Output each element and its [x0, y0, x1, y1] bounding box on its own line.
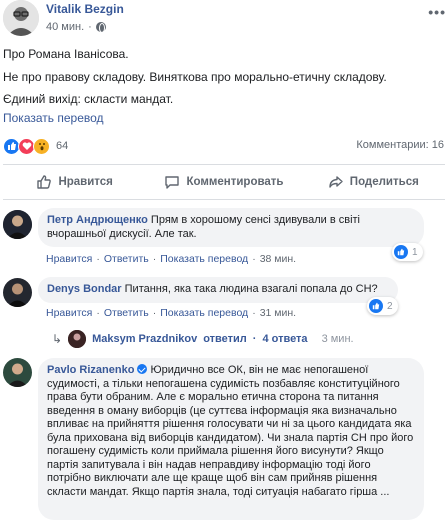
comment-translate-link[interactable]: Показать перевод: [160, 307, 248, 319]
comment-reaction-count: 2: [387, 300, 393, 312]
comment-author[interactable]: Петр Андрющенко: [47, 214, 148, 226]
replies-summary[interactable]: ↳ Maksym Prazdnikov ответил · 4 ответа 3…: [52, 329, 354, 349]
comment-reactions[interactable]: 1: [392, 243, 423, 261]
comment-author[interactable]: Pavlo Rizanenko: [47, 364, 134, 376]
comment-item: Denys Bondar Питання, яка така людина вз…: [0, 277, 448, 322]
comment-reaction-count: 1: [412, 246, 418, 258]
comment-bubble: Петр Андрющенко Прям в хорошому сенсі зд…: [38, 208, 424, 247]
wow-reaction-icon: [33, 137, 50, 155]
commenter-avatar[interactable]: [3, 358, 32, 387]
verified-badge-icon: [137, 364, 148, 374]
post-line: Єдиний вихід: скласти мандат.: [3, 92, 174, 106]
comment-reactions[interactable]: 2: [367, 297, 398, 315]
comment-bubble: Denys Bondar Питання, яка така людина вз…: [38, 277, 398, 303]
separator: ·: [252, 307, 256, 319]
show-translation-link[interactable]: Показать перевод: [3, 111, 104, 125]
comment-text: Питання, яка така людина взагалі попала …: [124, 283, 378, 295]
comment-translate-link[interactable]: Показать перевод: [160, 253, 248, 265]
separator: ·: [152, 307, 157, 319]
comment-button-label: Комментировать: [186, 176, 284, 188]
more-options-icon[interactable]: •••: [428, 4, 446, 20]
like-button-label: Нравится: [58, 176, 113, 188]
post-header: Vitalik Bezgin 40 мин. · •••: [0, 0, 448, 40]
comment-item: Петр Андрющенко Прям в хорошому сенсі зд…: [0, 208, 448, 268]
comment-text: Юридично все ОК, він не має непогашеної …: [47, 364, 414, 498]
separator: ·: [96, 307, 100, 319]
comment-icon: [165, 176, 180, 189]
share-button[interactable]: Поделиться: [299, 166, 448, 198]
commenter-avatar[interactable]: [3, 210, 32, 239]
reactions-summary[interactable]: 64: [3, 136, 68, 156]
like-reaction-icon: [369, 299, 383, 313]
comment-time[interactable]: 31 мин.: [260, 307, 296, 319]
thumbs-up-icon: [37, 175, 52, 189]
post-line: Про Романа Іванісова.: [3, 47, 129, 61]
comment-like-link[interactable]: Нравится: [46, 253, 92, 265]
post-line: Не про правову складову. Виняткова про м…: [3, 69, 387, 84]
meta-separator: ·: [88, 21, 92, 33]
comment-like-link[interactable]: Нравится: [46, 307, 92, 319]
share-icon: [329, 176, 343, 188]
divider: [3, 199, 445, 200]
separator: ·: [96, 253, 100, 265]
reply-answered-label: ответил: [203, 333, 247, 345]
post-action-bar: Нравится Комментировать Поделиться: [0, 166, 448, 198]
globe-icon: [95, 22, 106, 33]
comment-actions: Нравится · Ответить · Показать перевод ·…: [46, 307, 296, 319]
reply-arrow-icon: ↳: [52, 332, 63, 346]
separator: ·: [252, 253, 256, 265]
comment-time[interactable]: 38 мин.: [260, 253, 296, 265]
reply-author[interactable]: Maksym Prazdnikov: [92, 333, 197, 345]
reply-time: 3 мин.: [321, 333, 354, 345]
comment-reply-link[interactable]: Ответить: [104, 253, 149, 265]
post-body: Про Романа Іванісова. Не про правову скл…: [3, 43, 387, 111]
post-time[interactable]: 40 мин.: [46, 21, 84, 33]
comment-button[interactable]: Комментировать: [149, 166, 298, 198]
like-button[interactable]: Нравится: [0, 166, 149, 198]
comment-bubble: Pavlo Rizanenko Юридично все ОК, він не …: [38, 358, 424, 520]
like-reaction-icon: [394, 245, 408, 259]
divider: [3, 164, 445, 165]
separator: ·: [152, 253, 157, 265]
post-author-name[interactable]: Vitalik Bezgin: [46, 2, 124, 16]
comment-reply-link[interactable]: Ответить: [104, 307, 149, 319]
share-button-label: Поделиться: [349, 176, 419, 188]
separator: ·: [252, 333, 257, 345]
comments-count[interactable]: Комментарии: 16: [356, 139, 444, 151]
commenter-avatar[interactable]: [3, 278, 32, 307]
reactions-count: 64: [56, 140, 69, 152]
comment-actions: Нравится · Ответить · Показать перевод ·…: [46, 253, 296, 265]
author-avatar[interactable]: [3, 0, 39, 36]
post-meta: 40 мин. ·: [46, 21, 106, 33]
reply-count[interactable]: 4 ответа: [262, 333, 307, 345]
reply-author-avatar: [68, 330, 87, 348]
comment-item: Pavlo Rizanenko Юридично все ОК, він не …: [0, 358, 448, 522]
comment-author[interactable]: Denys Bondar: [47, 283, 122, 295]
